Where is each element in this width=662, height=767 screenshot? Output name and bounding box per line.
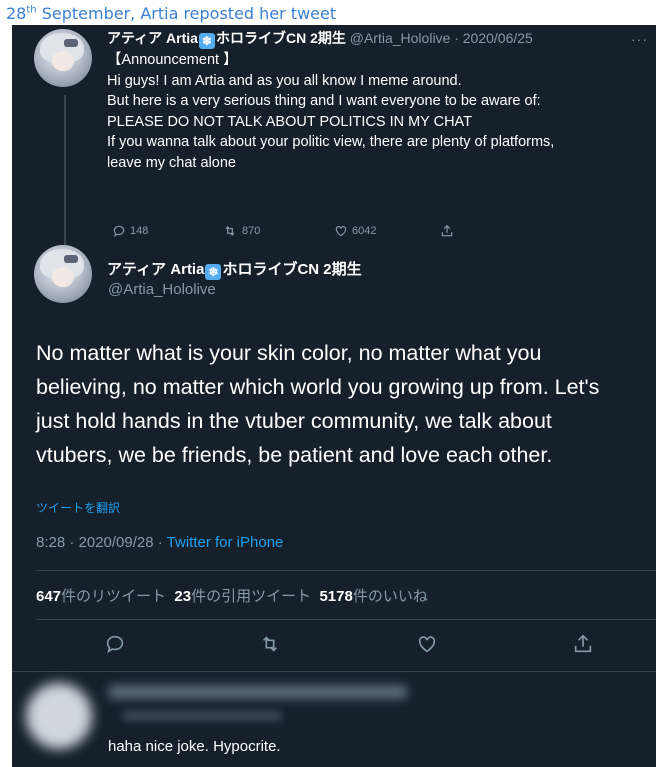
blurred-name <box>108 685 408 699</box>
tweet-line: believing, no matter which world you gro… <box>36 375 600 399</box>
snowflake-icon: ❄ <box>205 264 222 280</box>
first-tweet-actions: 148 870 6042 <box>112 224 472 244</box>
tweet-line: 【Announcement 】 <box>107 52 238 68</box>
tweet-timestamp: 8:28 · 2020/09/28 · Twitter for iPhone <box>36 534 283 551</box>
reply-button[interactable] <box>104 633 126 660</box>
like-count: 6042 <box>352 225 377 237</box>
tweet-line: But here is a very serious thing and I w… <box>107 93 541 109</box>
time-date[interactable]: 8:28 · 2020/09/28 · <box>36 534 167 551</box>
handle-date: @Artia_Hololive · 2020/06/25 <box>349 30 533 46</box>
reply-button[interactable]: 148 <box>112 224 148 238</box>
first-tweet-header: アティア Artia ❄ ホロライブCN 2期生 @Artia_Hololive ·… <box>107 28 533 49</box>
caption: 28th September, Artia reposted her tweet <box>6 4 336 23</box>
tweet-line: Hi guys! I am Artia and as you all know … <box>107 72 462 89</box>
retweets-label: 件のリツイート <box>61 588 167 605</box>
caption-ordinal: th <box>26 4 37 16</box>
quotes-label: 件の引用ツイート <box>191 588 312 605</box>
engagement-stats: 647件のリツイート 23件の引用ツイート 5178件のいいね <box>36 585 428 606</box>
reply-icon <box>113 225 125 237</box>
translate-tweet-link[interactable]: ツイートを翻訳 <box>36 499 120 516</box>
share-button[interactable] <box>440 224 454 238</box>
tweet-line: leave my chat alone <box>107 154 236 171</box>
source-link[interactable]: Twitter for iPhone <box>167 534 284 551</box>
like-button[interactable]: 6042 <box>334 224 376 238</box>
tweet-line: PLEASE DO NOT TALK ABOUT POLITICS IN MY … <box>107 113 473 130</box>
caption-text: September, Artia reposted her tweet <box>36 4 337 23</box>
main-tweet-body: No matter what is your skin color, no ma… <box>36 336 656 472</box>
thread-line <box>64 95 66 265</box>
main-tweet-header: アティア Artia ❄ ホロライブCN 2期生 <box>107 258 362 280</box>
display-name[interactable]: アティア Artia <box>107 30 198 46</box>
reply-icon <box>106 635 124 654</box>
more-icon[interactable]: ··· <box>631 31 648 47</box>
handle[interactable]: @Artia_Hololive <box>108 281 216 298</box>
tweet-line: vtubers, we be friends, be patient and l… <box>36 443 553 467</box>
blurred-subtext <box>122 711 282 721</box>
name-suffix: ホロライブCN 2期生 <box>222 261 362 278</box>
divider <box>12 671 656 672</box>
tweet-line: If you wanna talk about your politic vie… <box>107 134 555 150</box>
first-tweet-body: 【Announcement 】 Hi guys! I am Artia and … <box>107 50 554 173</box>
divider <box>36 570 656 571</box>
avatar[interactable] <box>34 245 92 303</box>
retweet-button[interactable]: 870 <box>222 224 260 238</box>
retweets-count: 647 <box>36 588 62 605</box>
tweet-line: just hold hands in the vtuber community,… <box>36 409 552 433</box>
blurred-avatar <box>26 683 92 749</box>
retweets-stat[interactable]: 647件のリツイート <box>36 588 166 605</box>
main-tweet-actions <box>12 633 656 661</box>
retweet-button[interactable] <box>258 633 282 660</box>
retweet-icon <box>262 636 278 652</box>
like-button[interactable] <box>416 633 438 660</box>
likes-stat[interactable]: 5178件のいいね <box>319 588 427 605</box>
caption-day: 28 <box>6 4 27 23</box>
display-name[interactable]: アティア Artia <box>107 261 204 278</box>
share-button[interactable] <box>572 633 594 660</box>
reply-text: haha nice joke. Hypocrite. <box>108 738 281 755</box>
quotes-stat[interactable]: 23件の引用ツイート <box>174 588 311 605</box>
reply-count: 148 <box>130 225 149 237</box>
heart-icon <box>335 226 347 237</box>
reply-tweet[interactable] <box>12 673 656 749</box>
share-icon <box>574 634 592 653</box>
likes-label: 件のいいね <box>352 588 428 605</box>
tweet-screenshot: ··· アティア Artia ❄ ホロライブCN 2期生 @Artia_Hololi… <box>12 25 656 767</box>
avatar[interactable] <box>34 29 92 87</box>
quotes-count: 23 <box>174 588 192 605</box>
divider <box>36 619 656 620</box>
snowflake-icon: ❄ <box>198 33 215 49</box>
likes-count: 5178 <box>319 588 353 605</box>
name-suffix: ホロライブCN 2期生 <box>215 30 346 46</box>
retweet-count: 870 <box>242 225 261 237</box>
tweet-line: No matter what is your skin color, no ma… <box>36 341 542 365</box>
share-icon <box>441 224 453 237</box>
retweet-icon <box>225 226 235 236</box>
heart-icon <box>418 636 436 653</box>
